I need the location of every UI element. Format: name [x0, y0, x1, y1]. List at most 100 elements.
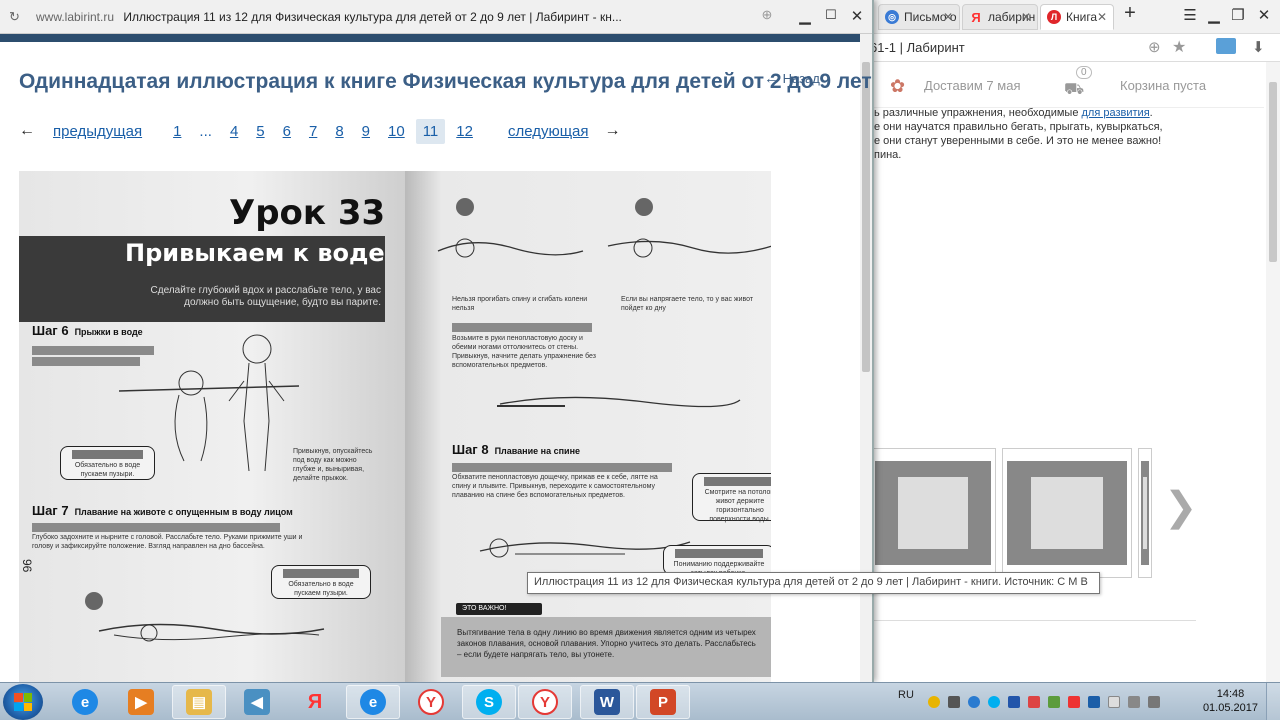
illustration-thumbnail[interactable] [1138, 448, 1152, 578]
step-8-name: Плавание на спине [494, 446, 581, 456]
next-page-link[interactable]: следующая [502, 119, 595, 144]
close-icon[interactable]: ✕ [1097, 10, 1107, 24]
cart-text[interactable]: Корзина пуста [1120, 78, 1206, 93]
lesson-subtitle: Сделайте глубокий вдох и расслабьте тело… [150, 285, 381, 308]
signal-icon[interactable] [1128, 696, 1140, 708]
address-bar[interactable]: 61-1 | Лабиринт ⊕ ★ ⬇ [870, 34, 1280, 62]
taskbar-audio[interactable]: ◀ [230, 685, 284, 719]
flag-icon[interactable] [1028, 696, 1040, 708]
illustration-popup-window: ↻ www.labirint.ru Иллюстрация 11 из 12 д… [0, 0, 1100, 682]
tray-app-icon[interactable] [1048, 696, 1060, 708]
minimize-icon[interactable]: ▁ [794, 7, 816, 25]
word-icon: W [594, 689, 620, 715]
development-link[interactable]: для развития [1082, 107, 1150, 119]
page-link-5[interactable]: 5 [249, 119, 271, 144]
close-icon[interactable]: ✕ [943, 10, 953, 24]
tray-app-icon[interactable] [968, 696, 980, 708]
page-link-7[interactable]: 7 [302, 119, 324, 144]
note-bubble: Смотрите на потолок, живот держите гориз… [692, 473, 771, 523]
page-link-4[interactable]: 4 [223, 119, 245, 144]
left-page: Урок 33 Привыкаем к воде Сделайте глубок… [19, 171, 405, 682]
maximize-icon[interactable]: ☐ [820, 7, 842, 23]
page-link-9[interactable]: 9 [355, 119, 377, 144]
child-swimming-drawing [98, 623, 325, 642]
bookmark-star-icon[interactable]: ★ [1172, 37, 1186, 57]
new-tab-button[interactable]: + [1118, 2, 1142, 25]
tray-app-icon[interactable] [1068, 696, 1080, 708]
divider [874, 620, 1196, 621]
taskbar-media-player[interactable]: ▶ [114, 685, 168, 719]
note-tag [283, 569, 359, 578]
cart-icon[interactable]: ⛟ [1064, 80, 1084, 100]
screenshot-icon[interactable] [1216, 38, 1236, 54]
network-icon[interactable] [1108, 696, 1120, 708]
taskbar-powerpoint[interactable]: P [636, 685, 690, 719]
scrollbar-thumb[interactable] [1269, 82, 1277, 262]
volume-icon[interactable] [1148, 696, 1160, 708]
children-floating-drawing [437, 238, 771, 258]
tray-app-icon[interactable] [948, 696, 960, 708]
internet-explorer-icon: e [360, 689, 386, 715]
close-window-icon[interactable]: ✕ [1252, 6, 1276, 24]
site-header: ✿ Доставим 7 мая 0 ⛟ Корзина пуста [874, 66, 1264, 108]
folder-icon: ▤ [186, 689, 212, 715]
taskbar-internet-explorer[interactable]: e [58, 685, 112, 719]
step-7-name: Плавание на животе с опущенным в воду ли… [74, 507, 293, 517]
page-link-12[interactable]: 12 [449, 119, 480, 144]
menu-icon[interactable]: ☰ [1178, 6, 1202, 24]
tab-mail[interactable]: ◎ Письмо о ✕ [878, 4, 960, 30]
taskbar-word[interactable]: W [580, 685, 634, 719]
tab-yandex-search[interactable]: Я лабирин ✕ [962, 4, 1038, 30]
protect-icon[interactable]: ⊕ [1148, 38, 1161, 56]
back-link[interactable]: ← Назад [764, 70, 820, 87]
page-link-1[interactable]: 1 [166, 119, 188, 144]
close-window-icon[interactable]: ✕ [846, 7, 868, 25]
close-icon[interactable]: ✕ [1021, 10, 1031, 24]
delivery-text[interactable]: Доставим 7 мая [924, 78, 1020, 93]
note-tag [675, 549, 763, 558]
delivery-icon: ✿ [890, 76, 906, 96]
clock-time: 14:48 [1216, 688, 1245, 700]
skype-tray-icon[interactable] [988, 696, 1000, 708]
protect-icon[interactable]: ⊕ [756, 7, 778, 23]
taskbar-yandex-browser-2[interactable]: Y [518, 685, 572, 719]
windows-logo-icon [14, 693, 32, 711]
next-thumbnails-arrow-icon[interactable]: ❯ [1164, 484, 1198, 530]
clock[interactable]: 14:48 01.05.2017 [1203, 687, 1258, 715]
page-scrollbar[interactable] [1266, 62, 1280, 682]
book-illustration-image[interactable]: Урок 33 Привыкаем к воде Сделайте глубок… [19, 171, 771, 682]
description-line: е они станут уверенными в себе. И это не… [874, 135, 1162, 147]
highlight-bar [452, 463, 672, 472]
page-link-10[interactable]: 10 [381, 119, 412, 144]
cart-count-badge: 0 [1076, 66, 1092, 79]
illustration-thumbnail[interactable] [1002, 448, 1132, 578]
download-icon[interactable]: ⬇ [1252, 38, 1265, 56]
restore-icon[interactable]: ❐ [1226, 6, 1250, 24]
previous-page-link[interactable]: предыдущая [47, 119, 148, 144]
taskbar-yandex[interactable]: Я [288, 685, 342, 719]
taskbar-internet-explorer-2[interactable]: e [346, 685, 400, 719]
step-8-text: Обхватите пенопластовую дощечку, прижав … [452, 474, 658, 499]
page-link-6[interactable]: 6 [276, 119, 298, 144]
description-line: пина. [874, 149, 902, 161]
taskbar-file-explorer[interactable]: ▤ [172, 685, 226, 719]
minimize-icon[interactable]: ▁ [1202, 6, 1226, 24]
page-link-8[interactable]: 8 [328, 119, 350, 144]
tray-app-icon[interactable] [928, 696, 940, 708]
pagination: ← предыдущая 1 ... 4 5 6 7 8 9 10 11 12 … [19, 116, 631, 146]
show-desktop-button[interactable] [1266, 683, 1280, 720]
tab-book[interactable]: Л Книга ✕ [1040, 4, 1114, 30]
reload-icon[interactable]: ↻ [9, 9, 20, 25]
bluetooth-icon[interactable] [1088, 696, 1100, 708]
book-description: ь различные упражнения, необходимые для … [874, 106, 1264, 162]
tray-app-icon[interactable] [1008, 696, 1020, 708]
taskbar-skype[interactable]: S [462, 685, 516, 719]
arrow-right-icon: → [604, 122, 621, 139]
start-button[interactable] [3, 684, 43, 720]
note-bubble: Обязательно в воде пускаем пузыри. [271, 565, 371, 599]
scrollbar-thumb[interactable] [862, 62, 870, 372]
tab-label: Книга [1066, 10, 1098, 24]
illustration-thumbnail[interactable] [870, 448, 996, 578]
taskbar-yandex-browser[interactable]: Y [404, 685, 458, 719]
language-indicator[interactable]: RU [898, 689, 914, 701]
